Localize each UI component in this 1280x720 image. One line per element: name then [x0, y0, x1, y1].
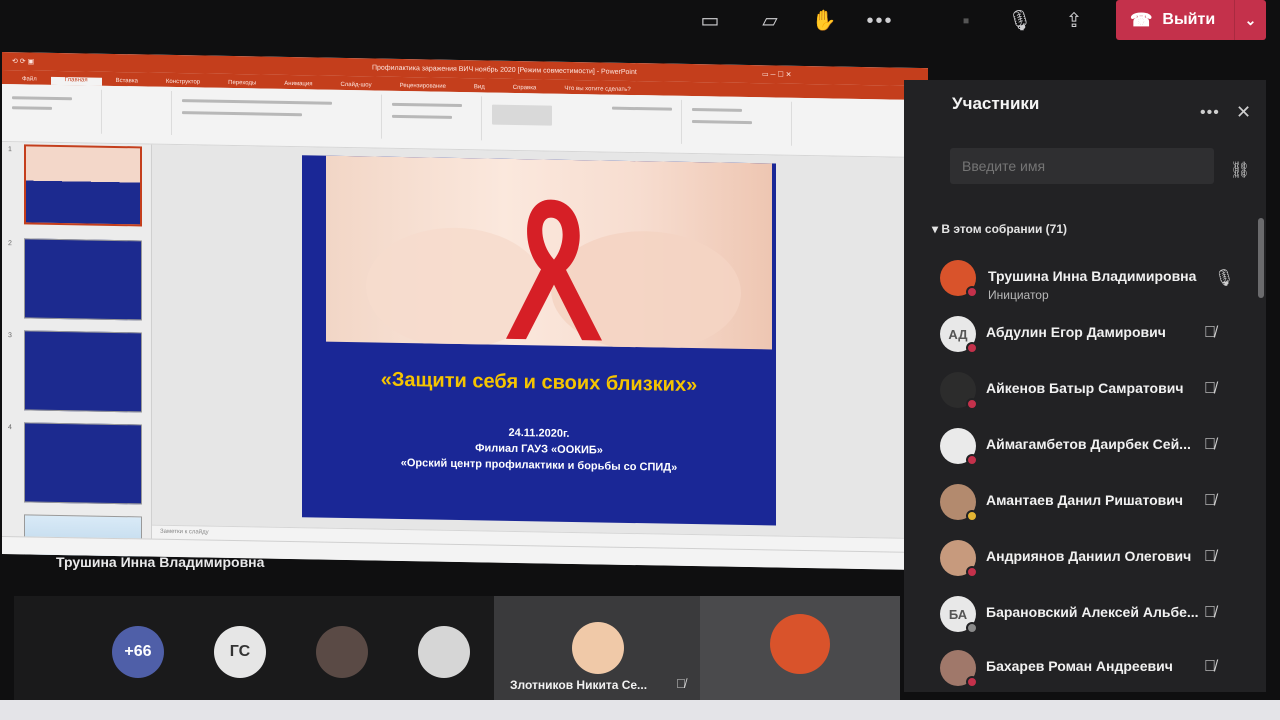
- participant-row[interactable]: БА Барановский Алексей Альбе... 🎙̸: [904, 596, 1254, 650]
- participant-row[interactable]: Айкенов Батыр Самратович 🎙̸: [904, 372, 1254, 426]
- participant-name: Барановский Алексей Альбе...: [986, 604, 1199, 620]
- video-tiles-strip: +66 ГС Злотников Никита Се... 🎙̸: [14, 596, 900, 700]
- ppt-slide-canvas: «Защити себя и своих близких» 24.11.2020…: [152, 144, 928, 539]
- presence-badge: [966, 454, 978, 466]
- presence-badge: [966, 398, 978, 410]
- participants-title: Участники: [952, 94, 1040, 113]
- participant-photo-avatar: [770, 614, 830, 674]
- ppt-slide-thumbnails: 1 2 3 4: [2, 142, 152, 571]
- meeting-controls: ▭ ▱ ✋ ••• ▪ 🎙 ⇪ ☎ Выйти ⌄: [680, 0, 1280, 48]
- mic-off-icon: 🎙̸: [676, 676, 686, 691]
- presence-badge: [966, 676, 978, 688]
- participants-panel: Участники ••• ✕ ⛓ ▾ В этом собрании (71)…: [904, 80, 1266, 692]
- mic-off-icon[interactable]: 🎙̸: [1204, 604, 1216, 622]
- slide-thumbnail[interactable]: [24, 144, 142, 227]
- participant-name: Айкенов Батыр Самратович: [986, 380, 1184, 396]
- mic-icon[interactable]: 🎙: [1004, 6, 1036, 38]
- section-label: В этом собрании (71): [941, 222, 1068, 236]
- presenter-name: Трушина Инна Владимировна: [56, 554, 265, 570]
- chat-icon[interactable]: ▱: [754, 6, 786, 38]
- participant-role: Инициатор: [988, 288, 1049, 302]
- mic-off-icon[interactable]: 🎙̸: [1204, 492, 1216, 510]
- participant-name: Амантаев Данил Ришатович: [986, 492, 1184, 508]
- raise-hand-icon[interactable]: ✋: [808, 6, 840, 38]
- taskbar-strip: [0, 700, 1280, 720]
- caret-down-icon: ▾: [932, 222, 942, 236]
- link-icon[interactable]: ⛓: [1230, 160, 1250, 180]
- camera-off-icon[interactable]: ▪: [950, 6, 982, 38]
- leave-label: Выйти: [1162, 11, 1216, 28]
- mic-off-icon[interactable]: 🎙̸: [1204, 548, 1216, 566]
- slide-thumbnail[interactable]: [24, 330, 142, 413]
- ppt-quick-access: ⟲ ⟳ ▣: [12, 58, 35, 66]
- participant-tile[interactable]: Злотников Никита Се... 🎙̸: [494, 596, 700, 700]
- monitor-screen: ▭ ▱ ✋ ••• ▪ 🎙 ⇪ ☎ Выйти ⌄ ⟲ ⟳ ▣ Профилак…: [0, 0, 1280, 705]
- presence-badge: [966, 286, 978, 298]
- red-ribbon-icon: [366, 199, 741, 352]
- leave-button[interactable]: ☎ Выйти ⌄: [1116, 0, 1266, 40]
- ppt-window-controls: ▭ ─ ☐ ✕: [762, 71, 792, 79]
- close-icon[interactable]: ✕: [1236, 102, 1251, 123]
- mic-off-icon[interactable]: 🎙̸: [1204, 324, 1216, 342]
- presence-badge: [966, 622, 978, 634]
- share-screen-icon[interactable]: ⇪: [1058, 6, 1090, 38]
- participant-tile-name: Злотников Никита Се...: [510, 678, 648, 692]
- participant-name: Бахарев Роман Андреевич: [986, 658, 1173, 674]
- more-icon[interactable]: •••: [864, 6, 896, 38]
- ribbon-group-clipboard[interactable]: [2, 88, 102, 134]
- chevron-down-icon[interactable]: ⌄: [1234, 0, 1266, 40]
- participant-search-input[interactable]: [950, 148, 1214, 184]
- slide-thumbnail[interactable]: [24, 422, 142, 505]
- participant-name: Абдулин Егор Дамирович: [986, 324, 1166, 340]
- phone-hangup-icon: ☎: [1130, 9, 1153, 30]
- ppt-title: Профилактика заражения ВИЧ ноябрь 2020 […: [372, 63, 637, 76]
- participant-photo-avatar[interactable]: [316, 626, 368, 678]
- participant-initials-avatar[interactable]: ГС: [214, 626, 266, 678]
- overflow-participants-button[interactable]: +66: [112, 626, 164, 678]
- slide-thumbnail[interactable]: [24, 238, 142, 321]
- participant-row[interactable]: Трушина Инна Владимировна Инициатор 🎙: [904, 260, 1254, 314]
- participant-row[interactable]: Амантаев Данил Ришатович 🎙̸: [904, 484, 1254, 538]
- ribbon-group-slides[interactable]: [102, 89, 172, 135]
- participant-row[interactable]: АД Абдулин Егор Дамирович 🎙̸: [904, 316, 1254, 370]
- participant-tile[interactable]: [700, 596, 900, 700]
- share-tray-icon[interactable]: ▭: [694, 6, 726, 38]
- shared-powerpoint-window: ⟲ ⟳ ▣ Профилактика заражения ВИЧ ноябрь …: [2, 52, 928, 571]
- slide-photo-hands-ribbon: [326, 155, 772, 352]
- slide-title: «Защити себя и своих близких»: [380, 368, 698, 397]
- current-slide[interactable]: «Защити себя и своих близких» 24.11.2020…: [302, 155, 776, 526]
- more-options-icon[interactable]: •••: [1200, 104, 1220, 122]
- participant-row[interactable]: Аймагамбетов Даирбек Сей... 🎙̸: [904, 428, 1254, 482]
- participant-photo-avatar[interactable]: [418, 626, 470, 678]
- mic-off-icon[interactable]: 🎙̸: [1204, 436, 1216, 454]
- presence-badge: [966, 510, 978, 522]
- participant-row[interactable]: Бахарев Роман Андреевич 🎙̸: [904, 650, 1254, 704]
- mic-off-icon[interactable]: 🎙̸: [1204, 380, 1216, 398]
- presence-badge: [966, 566, 978, 578]
- participant-name: Трушина Инна Владимировна: [988, 268, 1197, 284]
- mic-off-icon[interactable]: 🎙̸: [1204, 658, 1216, 676]
- participant-name: Андриянов Даниил Олегович: [986, 548, 1192, 564]
- scrollbar[interactable]: [1258, 218, 1264, 298]
- section-header-in-meeting[interactable]: ▾ В этом собрании (71): [932, 222, 1067, 236]
- presence-badge: [966, 342, 978, 354]
- participant-name: Аймагамбетов Даирбек Сей...: [986, 436, 1191, 452]
- mic-icon[interactable]: 🎙: [1214, 268, 1234, 288]
- participant-row[interactable]: Андриянов Даниил Олегович 🎙̸: [904, 540, 1254, 594]
- participant-photo-avatar: [572, 622, 624, 674]
